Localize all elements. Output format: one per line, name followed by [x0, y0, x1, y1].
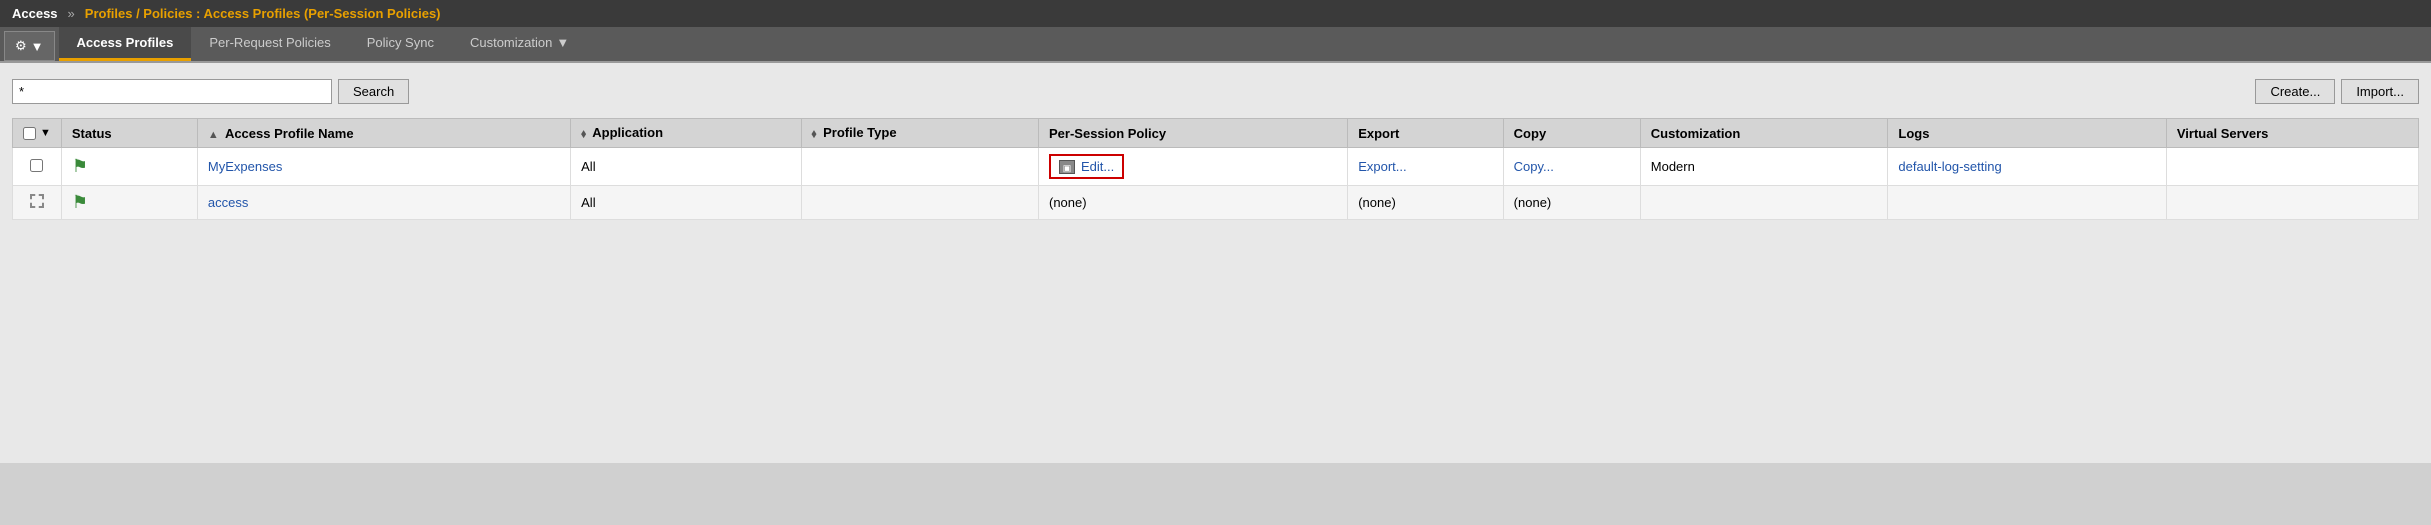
row2-export-cell: (none) [1348, 186, 1503, 220]
row2-name-cell: access [197, 186, 570, 220]
row1-application-value: All [581, 159, 595, 174]
import-button[interactable]: Import... [2341, 79, 2419, 104]
th-checkbox[interactable]: ▼ [13, 119, 62, 148]
th-copy: Copy [1503, 119, 1640, 148]
row1-edit-icon: ▣ [1059, 160, 1075, 174]
import-button-label: Import... [2356, 84, 2404, 99]
row1-logs-link[interactable]: default-log-setting [1898, 159, 2001, 174]
search-right: Create... Import... [2255, 79, 2419, 104]
breadcrumb-chevrons: » [68, 6, 75, 21]
th-status: Status [61, 119, 197, 148]
row2-name-link[interactable]: access [208, 195, 248, 210]
top-bar: Access » Profiles / Policies : Access Pr… [0, 0, 2431, 27]
row2-status-cell: ⚑ [61, 186, 197, 220]
row1-name-link[interactable]: MyExpenses [208, 159, 282, 174]
tab-access-profiles[interactable]: Access Profiles [59, 27, 192, 61]
search-input[interactable] [12, 79, 332, 104]
gear-button[interactable]: ⚙ ▼ [4, 31, 55, 61]
profile-type-sort-icon: ⬧ [812, 128, 817, 140]
row1-status-cell: ⚑ [61, 148, 197, 186]
row1-checkbox[interactable] [30, 159, 43, 172]
th-per-session-label: Per-Session Policy [1049, 126, 1166, 141]
profiles-table: ▼ Status ▲ Access Profile Name ⬧ Applica… [12, 118, 2419, 220]
row2-virtual-servers-cell [2166, 186, 2418, 220]
row1-virtual-servers-cell [2166, 148, 2418, 186]
row2-export-value: (none) [1358, 195, 1396, 210]
row1-profile-type-cell [801, 148, 1038, 186]
tab-bar: ⚙ ▼ Access Profiles Per-Request Policies… [0, 27, 2431, 63]
tab-customization-label: Customization [470, 35, 552, 50]
create-button[interactable]: Create... [2255, 79, 2335, 104]
row2-copy-cell: (none) [1503, 186, 1640, 220]
row1-copy-cell[interactable]: Copy... [1503, 148, 1640, 186]
row1-export-link[interactable]: Export... [1358, 159, 1406, 174]
gear-dropdown-arrow: ▼ [31, 39, 44, 54]
row2-profile-type-cell [801, 186, 1038, 220]
row2-application-value: All [581, 195, 595, 210]
tab-per-request-policies[interactable]: Per-Request Policies [191, 27, 348, 61]
gear-icon: ⚙ [15, 38, 27, 54]
row2-flag-icon: ⚑ [72, 192, 88, 212]
th-application-label: Application [592, 125, 663, 140]
th-export-label: Export [1358, 126, 1399, 141]
customization-dropdown-arrow: ▼ [556, 35, 569, 50]
row2-application-cell: All [571, 186, 801, 220]
tab-policy-sync[interactable]: Policy Sync [349, 27, 452, 61]
row1-export-cell[interactable]: Export... [1348, 148, 1503, 186]
th-name-label: Access Profile Name [225, 126, 354, 141]
th-virtual-servers: Virtual Servers [2166, 119, 2418, 148]
row1-copy-link[interactable]: Copy... [1514, 159, 1554, 174]
row1-edit-link[interactable]: Edit... [1081, 159, 1114, 174]
breadcrumb-text: Profiles / Policies : Access Profiles (P… [85, 6, 441, 21]
create-button-label: Create... [2270, 84, 2320, 99]
th-customization: Customization [1640, 119, 1888, 148]
row2-logs-cell [1888, 186, 2166, 220]
row2-customization-cell [1640, 186, 1888, 220]
row2-dashed-checkbox[interactable] [30, 194, 44, 208]
table-row: ⚑ access All (none) (none) (non [13, 186, 2419, 220]
th-dropdown-arrow[interactable]: ▼ [40, 127, 51, 139]
application-sort-icon: ⬧ [581, 128, 586, 140]
search-button-label: Search [353, 84, 394, 99]
tab-access-profiles-label: Access Profiles [77, 35, 174, 50]
tab-policy-sync-label: Policy Sync [367, 35, 434, 50]
row1-logs-cell[interactable]: default-log-setting [1888, 148, 2166, 186]
select-all-checkbox[interactable] [23, 127, 36, 140]
row2-per-session-value: (none) [1049, 195, 1087, 210]
row1-application-cell: All [571, 148, 801, 186]
tab-per-request-policies-label: Per-Request Policies [209, 35, 330, 50]
row1-checkbox-cell[interactable] [13, 148, 62, 186]
table-row: ⚑ MyExpenses All ▣ Edit... [13, 148, 2419, 186]
th-profile-type-label: Profile Type [823, 125, 896, 140]
th-per-session-policy: Per-Session Policy [1039, 119, 1348, 148]
search-left: Search [12, 79, 409, 104]
th-logs: Logs [1888, 119, 2166, 148]
th-export: Export [1348, 119, 1503, 148]
row2-checkbox-cell[interactable] [13, 186, 62, 220]
th-application[interactable]: ⬧ Application [571, 119, 801, 148]
name-sort-icon: ▲ [208, 129, 219, 141]
th-virtual-servers-label: Virtual Servers [2177, 126, 2269, 141]
th-name[interactable]: ▲ Access Profile Name [197, 119, 570, 148]
th-status-label: Status [72, 126, 112, 141]
row1-customization-value: Modern [1651, 159, 1695, 174]
th-logs-label: Logs [1898, 126, 1929, 141]
tab-customization[interactable]: Customization ▼ [452, 27, 587, 61]
access-label: Access [12, 6, 58, 21]
th-customization-label: Customization [1651, 126, 1741, 141]
th-copy-label: Copy [1514, 126, 1547, 141]
row1-per-session-cell[interactable]: ▣ Edit... [1039, 148, 1348, 186]
row1-customization-cell: Modern [1640, 148, 1888, 186]
row1-flag-icon: ⚑ [72, 156, 88, 176]
main-content: Search Create... Import... ▼ [0, 63, 2431, 463]
search-row: Search Create... Import... [12, 79, 2419, 104]
table-header-row: ▼ Status ▲ Access Profile Name ⬧ Applica… [13, 119, 2419, 148]
search-button[interactable]: Search [338, 79, 409, 104]
row2-per-session-cell: (none) [1039, 186, 1348, 220]
row2-copy-value: (none) [1514, 195, 1552, 210]
th-profile-type[interactable]: ⬧ Profile Type [801, 119, 1038, 148]
row1-edit-button[interactable]: ▣ Edit... [1049, 154, 1124, 179]
row1-name-cell: MyExpenses [197, 148, 570, 186]
